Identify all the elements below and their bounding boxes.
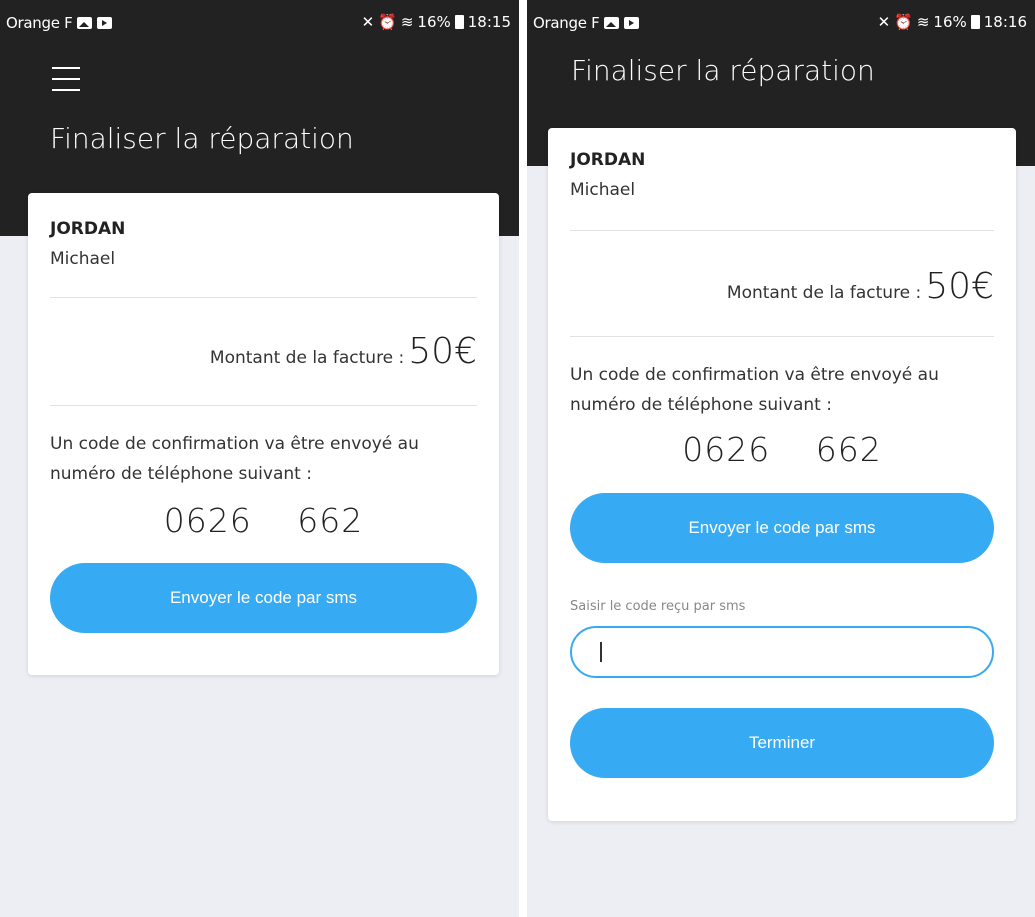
page-title: Finaliser la réparation [571, 54, 875, 87]
invoice-amount-row: Montant de la facture : 50€ [210, 331, 477, 372]
mute-icon: ✕ [877, 13, 891, 31]
repair-card: JORDAN Michael Montant de la facture : 5… [548, 128, 1016, 821]
invoice-amount: 50€ [408, 331, 477, 372]
text-cursor [600, 642, 602, 662]
status-indicators: ✕ ⏰ ≋ 16% 18:16 [874, 13, 1027, 31]
divider [570, 230, 994, 231]
carrier-name: Orange F [533, 14, 600, 32]
invoice-label: Montant de la facture : [209, 348, 405, 368]
video-notification-icon [97, 17, 113, 29]
clock: 18:16 [983, 13, 1027, 31]
code-field-label: Saisir le code reçu par sms [570, 599, 746, 614]
battery-icon [454, 15, 464, 29]
alarm-icon: ⏰ [378, 13, 397, 31]
invoice-label: Montant de la facture : [726, 283, 922, 303]
status-bar: Orange F ✕ ⏰ ≋ 16% 18:16 [527, 0, 1035, 42]
finish-button[interactable]: Terminer [570, 708, 994, 778]
send-sms-code-button[interactable]: Envoyer le code par sms [570, 493, 994, 563]
divider [50, 297, 477, 298]
phone-number: 0626 662 [163, 501, 364, 540]
status-bar: Orange F ✕ ⏰ ≋ 16% 18:15 [0, 0, 519, 42]
screen-send-code: Orange F ✕ ⏰ ≋ 16% 18:15 Finaliser la répara… [0, 0, 519, 917]
page-title: Finaliser la réparation [50, 122, 354, 155]
battery-percent: 16% [933, 13, 967, 31]
carrier-label: Orange F [6, 14, 113, 32]
repair-card: JORDAN Michael Montant de la facture : 5… [28, 193, 499, 675]
invoice-amount: 50€ [925, 266, 994, 307]
mute-icon: ✕ [361, 13, 375, 31]
send-sms-code-button[interactable]: Envoyer le code par sms [50, 563, 477, 633]
hamburger-menu-icon[interactable] [52, 67, 80, 91]
invoice-amount-row: Montant de la facture : 50€ [727, 266, 994, 307]
customer-last-name: JORDAN [570, 150, 646, 170]
phone-number: 0626 662 [682, 430, 882, 469]
image-notification-icon [604, 17, 620, 29]
divider [50, 405, 477, 406]
alarm-icon: ⏰ [894, 13, 913, 31]
status-indicators: ✕ ⏰ ≋ 16% 18:15 [358, 13, 511, 31]
screen-divider [519, 0, 527, 917]
wifi-signal-icon: ≋ [400, 13, 414, 31]
carrier-label: Orange F [533, 14, 640, 32]
sms-code-input[interactable] [570, 626, 994, 678]
battery-percent: 16% [417, 13, 451, 31]
confirmation-text: Un code de confirmation va être envoyé a… [50, 434, 419, 484]
wifi-signal-icon: ≋ [916, 13, 930, 31]
divider [570, 336, 994, 337]
customer-last-name: JORDAN [50, 219, 126, 239]
video-notification-icon [624, 17, 640, 29]
carrier-name: Orange F [6, 14, 73, 32]
screen-enter-code: Orange F ✕ ⏰ ≋ 16% 18:16 Finaliser la répara… [527, 0, 1035, 917]
confirmation-text: Un code de confirmation va être envoyé a… [570, 365, 939, 415]
customer-first-name: Michael [50, 249, 116, 269]
customer-first-name: Michael [570, 180, 636, 200]
clock: 18:15 [467, 13, 511, 31]
battery-icon [970, 15, 980, 29]
image-notification-icon [77, 17, 93, 29]
